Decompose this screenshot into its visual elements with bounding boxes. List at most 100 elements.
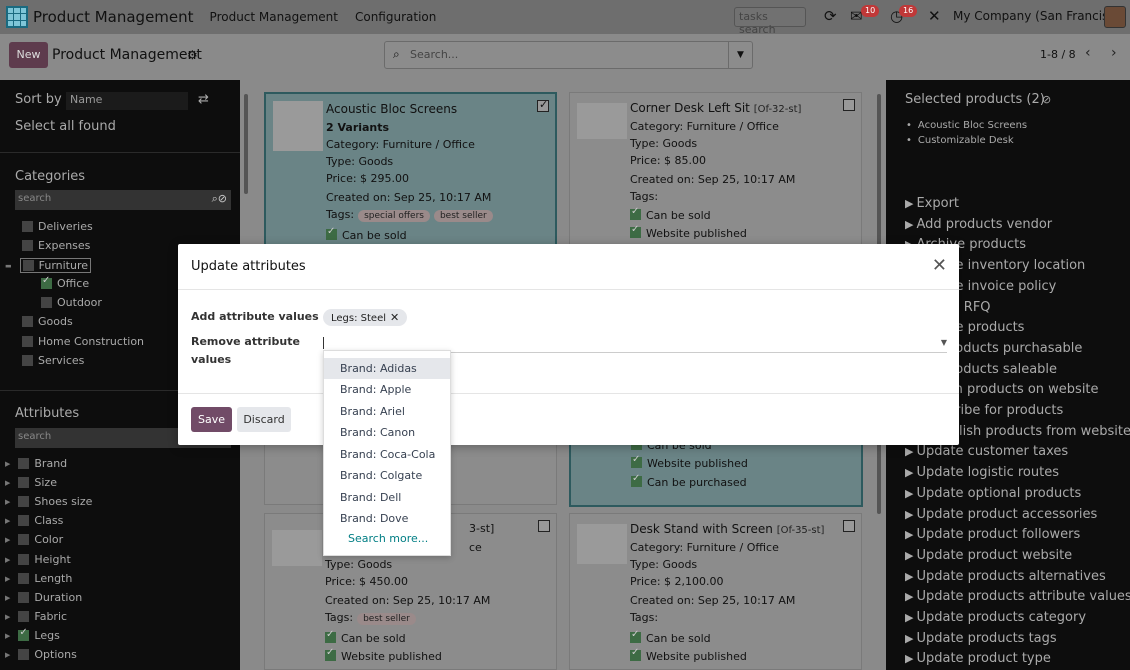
action-item[interactable]: Update customer taxes <box>905 444 1068 459</box>
sort-select[interactable]: Name <box>66 92 188 110</box>
pager-prev-icon[interactable]: ‹ <box>1085 45 1091 61</box>
gear-icon[interactable]: ⚙ <box>187 48 198 62</box>
clear-selection-icon[interactable]: ⊘ <box>1042 93 1051 106</box>
category-outdoor[interactable]: Outdoor <box>41 296 102 309</box>
app-grid-icon[interactable] <box>6 6 28 28</box>
action-item[interactable]: Update product type <box>905 651 1050 666</box>
checkbox[interactable] <box>22 316 33 327</box>
attribute-brand[interactable]: ▶ Brand <box>5 457 67 470</box>
pager-next-icon[interactable]: › <box>1111 45 1117 61</box>
card-select-checkbox[interactable] <box>843 520 855 532</box>
tasks-search-input[interactable]: tasks search <box>734 7 806 36</box>
dropdown-arrow-icon[interactable]: ▼ <box>941 338 947 347</box>
tools-icon[interactable]: ✕ <box>928 7 941 25</box>
category-search-input[interactable]: search ⌕⊘ <box>15 190 231 210</box>
action-item[interactable]: Update products category <box>905 610 1086 625</box>
checkbox-checked[interactable] <box>18 627 30 641</box>
action-item[interactable]: Update optional products <box>905 486 1081 501</box>
checkbox[interactable] <box>22 221 33 232</box>
checkbox[interactable] <box>18 496 30 507</box>
search-toggle-icon[interactable]: ▼ <box>728 42 752 68</box>
save-button[interactable]: Save <box>191 407 232 432</box>
new-button[interactable]: New <box>9 42 48 68</box>
checkbox[interactable] <box>18 515 30 526</box>
category-goods[interactable]: Goods <box>22 315 73 328</box>
expand-icon[interactable]: ▶ <box>5 575 10 583</box>
category-services[interactable]: Services <box>22 354 84 367</box>
menu-product-management[interactable]: Product Management <box>210 10 338 24</box>
attribute-options[interactable]: ▶ Options <box>5 648 77 661</box>
attribute-duration[interactable]: ▶ Duration <box>5 591 82 604</box>
attribute-shoes-size[interactable]: ▶ Shoes size <box>5 495 92 508</box>
sort-direction-icon[interactable]: ⇄ <box>198 92 209 107</box>
dropdown-option[interactable]: Brand: Ariel <box>324 401 450 422</box>
expand-icon[interactable]: ▶ <box>5 613 10 621</box>
expand-icon[interactable]: ▶ <box>5 556 10 564</box>
product-card-acoustic-bloc-screens[interactable]: Acoustic Bloc Screens 2 Variants Categor… <box>264 92 557 252</box>
checkbox[interactable] <box>22 240 33 251</box>
remove-chip-icon[interactable]: ✕ <box>390 311 399 324</box>
product-card-corner-desk-left-sit[interactable]: Corner Desk Left Sit [Of-32-st] Category… <box>569 92 862 252</box>
expand-icon[interactable]: ▶ <box>5 517 10 525</box>
action-item[interactable]: Update product followers <box>905 527 1080 542</box>
action-item[interactable]: Update products alternatives <box>905 569 1105 584</box>
attribute-length[interactable]: ▶ Length <box>5 572 72 585</box>
checkbox[interactable] <box>41 297 52 308</box>
collapse-icon[interactable]: ▬ <box>5 262 12 270</box>
category-deliveries[interactable]: Deliveries <box>22 220 93 233</box>
dropdown-option[interactable]: Brand: Coca-Cola <box>324 444 450 465</box>
checkbox[interactable] <box>18 477 30 488</box>
checkbox[interactable] <box>18 592 30 603</box>
attribute-fabric[interactable]: ▶ Fabric <box>5 610 67 623</box>
checkbox[interactable] <box>18 554 30 565</box>
expand-icon[interactable]: ▶ <box>5 498 10 506</box>
attribute-class[interactable]: ▶ Class <box>5 514 63 527</box>
search-more-link[interactable]: Search more... <box>348 532 428 545</box>
checkbox[interactable] <box>22 355 33 366</box>
search-bar[interactable]: ⌕ Search... ▼ <box>384 41 753 69</box>
attribute-height[interactable]: ▶ Height <box>5 553 71 566</box>
card-select-checkbox[interactable] <box>537 98 549 112</box>
category-expenses[interactable]: Expenses <box>22 239 90 252</box>
action-item[interactable]: Update products tags <box>905 631 1056 646</box>
expand-icon[interactable]: ▶ <box>5 651 10 659</box>
attribute-legs[interactable]: ▶ Legs <box>5 627 60 642</box>
checkbox[interactable] <box>18 573 30 584</box>
action-item[interactable]: Export <box>905 196 959 211</box>
user-avatar[interactable] <box>1104 6 1126 28</box>
attribute-color[interactable]: ▶ Color <box>5 533 63 546</box>
dropdown-option[interactable]: Brand: Apple <box>324 379 450 400</box>
checkbox-checked[interactable] <box>41 275 52 289</box>
activity-icon[interactable]: ⟳ <box>824 7 837 25</box>
card-select-checkbox[interactable] <box>538 520 550 532</box>
action-item[interactable]: Add products vendor <box>905 217 1052 232</box>
action-item[interactable]: Update product website <box>905 548 1072 563</box>
dropdown-option[interactable]: Brand: Dell <box>324 487 450 508</box>
expand-icon[interactable]: ▶ <box>5 460 10 468</box>
company-switcher[interactable]: My Company (San Francisco) <box>953 9 1127 23</box>
action-item[interactable]: Update products attribute values <box>905 589 1130 604</box>
dropdown-option[interactable]: Brand: Dove <box>324 508 450 529</box>
close-icon[interactable]: ✕ <box>932 255 947 276</box>
action-item[interactable]: Update logistic routes <box>905 465 1059 480</box>
search-clear-icon[interactable]: ⌕⊘ <box>212 192 227 206</box>
checkbox[interactable] <box>18 534 30 545</box>
card-select-checkbox[interactable] <box>843 99 855 111</box>
category-furniture[interactable]: ▬ Furniture <box>5 258 92 273</box>
menu-configuration[interactable]: Configuration <box>355 10 436 24</box>
checkbox[interactable] <box>18 458 30 469</box>
expand-icon[interactable]: ▶ <box>5 594 10 602</box>
checkbox[interactable] <box>22 260 34 271</box>
dropdown-option[interactable]: Brand: Canon <box>324 422 450 443</box>
expand-icon[interactable]: ▶ <box>5 536 10 544</box>
attribute-size[interactable]: ▶ Size <box>5 476 57 489</box>
expand-icon[interactable]: ▶ <box>5 479 10 487</box>
dropdown-option[interactable]: Brand: Colgate <box>324 465 450 486</box>
checkbox[interactable] <box>22 336 33 347</box>
pager-value[interactable]: 1-8 / 8 <box>1040 48 1076 61</box>
checkbox[interactable] <box>18 611 30 622</box>
discard-button[interactable]: Discard <box>237 407 291 432</box>
category-home-construction[interactable]: Home Construction <box>22 335 144 348</box>
select-all-link[interactable]: Select all found <box>15 119 116 134</box>
action-item[interactable]: Update product accessories <box>905 507 1097 522</box>
